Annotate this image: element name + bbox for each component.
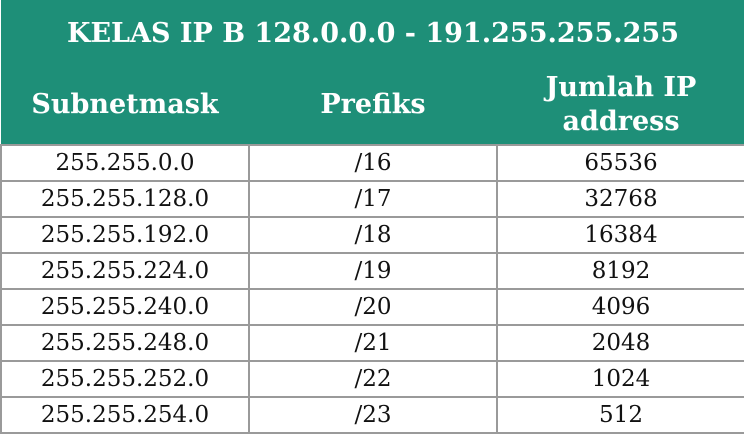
prefiks-cell: /18 — [248, 216, 497, 253]
jumlah-cell: 16384 — [496, 216, 744, 253]
prefiks-cell: /23 — [248, 396, 497, 434]
jumlah-cell: 32768 — [496, 180, 744, 217]
jumlah-cell: 8192 — [496, 252, 744, 289]
prefiks-cell: /16 — [248, 144, 497, 181]
header-subnetmask: Subnetmask — [1, 66, 249, 145]
prefiks-cell: /22 — [248, 360, 497, 397]
table-row: 255.255.254.0 /23 512 — [0, 396, 744, 434]
subnet-table: KELAS IP B 128.0.0.0 - 191.255.255.255 S… — [0, 0, 744, 434]
table-row: 255.255.240.0 /20 4096 — [0, 288, 744, 325]
subnetmask-cell: 255.255.128.0 — [0, 180, 249, 217]
table-row: 255.255.128.0 /17 32768 — [0, 180, 744, 217]
subnetmask-cell: 255.255.248.0 — [0, 324, 249, 361]
header-prefiks: Prefiks — [249, 66, 497, 145]
header-jumlah-line-1: Jumlah IP — [545, 72, 697, 103]
title-row: KELAS IP B 128.0.0.0 - 191.255.255.255 — [1, 0, 744, 66]
prefiks-cell: /20 — [248, 288, 497, 325]
prefiks-cell: /19 — [248, 252, 497, 289]
subnetmask-cell: 255.255.252.0 — [0, 360, 249, 397]
subnetmask-cell: 255.255.192.0 — [0, 216, 249, 253]
table-row: 255.255.224.0 /19 8192 — [0, 252, 744, 289]
table-row: 255.255.0.0 /16 65536 — [0, 144, 744, 181]
subnetmask-cell: 255.255.0.0 — [0, 144, 249, 181]
jumlah-cell: 1024 — [496, 360, 744, 397]
header-row: Subnetmask Prefiks Jumlah IP address — [1, 66, 744, 145]
table-row: 255.255.192.0 /18 16384 — [0, 216, 744, 253]
subnetmask-cell: 255.255.224.0 — [0, 252, 249, 289]
header-jumlah-ip-address: Jumlah IP address — [497, 66, 744, 145]
prefiks-cell: /17 — [248, 180, 497, 217]
jumlah-cell: 4096 — [496, 288, 744, 325]
header-jumlah-line-2: address — [562, 106, 680, 137]
subnetmask-cell: 255.255.254.0 — [0, 396, 249, 434]
subnetmask-cell: 255.255.240.0 — [0, 288, 249, 325]
table-row: 255.255.252.0 /22 1024 — [0, 360, 744, 397]
jumlah-cell: 512 — [496, 396, 744, 434]
jumlah-cell: 2048 — [496, 324, 744, 361]
table-title: KELAS IP B 128.0.0.0 - 191.255.255.255 — [1, 0, 744, 66]
prefiks-cell: /21 — [248, 324, 497, 361]
jumlah-cell: 65536 — [496, 144, 744, 181]
table-row: 255.255.248.0 /21 2048 — [0, 324, 744, 361]
subnet-table-container: KELAS IP B 128.0.0.0 - 191.255.255.255 S… — [0, 0, 744, 447]
